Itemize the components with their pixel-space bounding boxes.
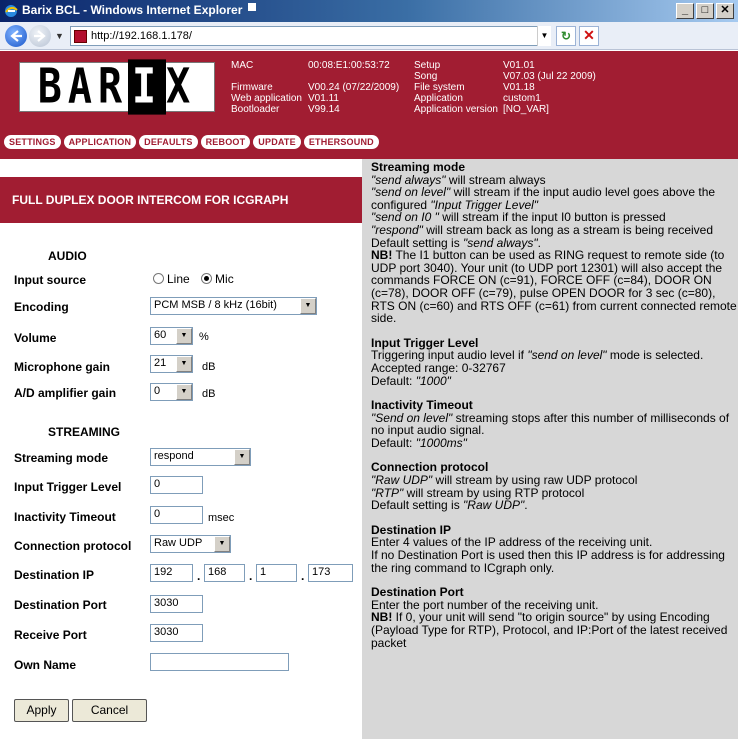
protocol-select-value: Raw UDP [154,537,203,549]
page-header: BAR I X MAC Firmware Web application Bootl… [0,51,738,159]
minimize-button[interactable]: _ [676,3,694,19]
ip-separator: . [301,569,305,583]
mic-gain-unit: dB [202,361,216,373]
menu-update[interactable]: UPDATE [253,135,301,149]
encoding-label: Encoding [14,300,69,314]
audio-section-title: AUDIO [48,249,87,263]
cancel-button[interactable]: Cancel [72,699,147,722]
window-title-bar: Barix BCL - Windows Internet Explorer _ … [0,0,738,22]
dest-ip-octet-2[interactable]: 168 [204,564,245,582]
device-info-values-1: 00:08:E1:00:53:72 V00.24 (07/22/2009) V0… [308,60,400,115]
mic-gain-select[interactable]: 21 ▼ [150,355,193,373]
mic-gain-select-value: 21 [154,357,167,369]
device-info-labels-2: Setup Song File system Application Appli… [414,60,498,115]
window-controls: _ □ ✕ [676,3,734,19]
chevron-down-icon: ▼ [176,356,192,372]
dest-ip-octet-4[interactable]: 173 [308,564,353,582]
menu-application[interactable]: APPLICATION [63,135,137,149]
menu-settings[interactable]: SETTINGS [4,135,61,149]
input-source-radio-group: Line Mic [153,272,242,286]
streaming-mode-select-value: respond [154,450,194,462]
trigger-level-label: Input Trigger Level [14,480,122,494]
inactivity-unit: msec [208,512,235,524]
form-title: FULL DUPLEX DOOR INTERCOM FOR ICGRAPH [0,177,362,223]
barix-logo: BAR I X [19,59,215,115]
window-title-badge [248,3,256,11]
ad-gain-label: A/D amplifier gain [14,386,117,400]
help-protocol-text: "Raw UDP" will stream by using raw UDP p… [371,473,638,513]
settings-form: FULL DUPLEX DOOR INTERCOM FOR ICGRAPH AU… [0,159,362,739]
main-menu: SETTINGS APPLICATION DEFAULTS REBOOT UPD… [4,135,379,149]
dest-ip-octet-1[interactable]: 192 [150,564,193,582]
streaming-mode-label: Streaming mode [14,451,109,465]
encoding-select-value: PCM MSB / 8 kHz (16bit) [154,299,277,311]
streaming-section-title: STREAMING [48,425,120,439]
mic-gain-label: Microphone gain [14,360,110,374]
help-panel: Streaming mode "send always" will stream… [362,159,738,739]
site-favicon-icon [74,30,87,43]
menu-ethersound[interactable]: ETHERSOUND [303,135,379,149]
chevron-down-icon: ▼ [214,536,230,552]
ip-separator: . [249,569,253,583]
ad-gain-select[interactable]: 0 ▼ [150,383,193,401]
inactivity-timeout-input[interactable]: 0 [150,506,203,524]
ip-separator: . [197,569,201,583]
volume-unit: % [199,331,209,343]
volume-select[interactable]: 60 ▼ [150,327,193,345]
menu-reboot[interactable]: REBOOT [200,135,251,149]
chevron-down-icon: ▼ [234,449,250,465]
input-source-line-radio[interactable] [153,273,164,284]
ad-gain-unit: dB [202,388,216,400]
menu-defaults[interactable]: DEFAULTS [139,135,198,149]
browser-toolbar: ▼ http://192.168.1.178/ ▼ ↻ ✕ [0,22,738,50]
close-button[interactable]: ✕ [716,3,734,19]
dest-port-label: Destination Port [14,598,107,612]
receive-port-label: Receive Port [14,628,87,642]
device-info-labels-1: MAC Firmware Web application Bootloader [231,60,302,115]
dest-ip-octet-3[interactable]: 1 [256,564,297,582]
input-source-label: Input source [14,273,87,287]
internet-explorer-icon [5,5,18,17]
chevron-down-icon: ▼ [300,298,316,314]
dest-port-input[interactable]: 3030 [150,595,203,613]
help-inactivity-text: "Send on level" streaming stops after th… [371,410,730,450]
chevron-down-icon: ▼ [176,384,192,400]
help-destip-text: Enter 4 values of the IP address of the … [371,535,725,575]
stop-button[interactable]: ✕ [579,26,599,46]
device-info-values-2: V01.01 V07.03 (Jul 22 2009) V01.18 custo… [503,60,596,115]
dest-ip-label: Destination IP [14,568,95,582]
history-dropdown-icon[interactable]: ▼ [55,31,64,41]
forward-arrow-icon [34,30,46,42]
ad-gain-select-value: 0 [154,385,161,397]
back-button[interactable] [5,25,27,47]
maximize-button[interactable]: □ [696,3,714,19]
refresh-button[interactable]: ↻ [556,26,576,46]
apply-button[interactable]: Apply [14,699,69,722]
help-trigger-text: Triggering input audio level if "send on… [371,348,704,388]
input-source-mic-radio[interactable] [201,273,213,284]
address-field[interactable]: http://192.168.1.178/ [70,26,550,46]
streaming-mode-select[interactable]: respond ▼ [150,448,251,466]
logo-text: BAR I X [37,59,197,115]
address-dropdown-icon[interactable]: ▼ [537,26,551,46]
protocol-label: Connection protocol [14,539,132,553]
volume-select-value: 60 [154,329,167,341]
help-destport-text: Enter the port number of the receiving u… [371,597,728,650]
input-source-mic-label: Mic [215,272,234,286]
own-name-input[interactable] [150,653,289,671]
help-streaming-text: "send always" will stream always "send o… [371,172,737,326]
back-arrow-icon [10,30,22,42]
trigger-level-input[interactable]: 0 [150,476,203,494]
protocol-select[interactable]: Raw UDP ▼ [150,535,231,553]
receive-port-input[interactable]: 3030 [150,624,203,642]
encoding-select[interactable]: PCM MSB / 8 kHz (16bit) ▼ [150,297,317,315]
address-url[interactable]: http://192.168.1.178/ [91,30,192,42]
chevron-down-icon: ▼ [176,328,192,344]
window-title: Barix BCL - Windows Internet Explorer [22,3,243,17]
inactivity-timeout-label: Inactivity Timeout [14,510,116,524]
forward-button[interactable] [29,25,51,47]
input-source-line-label: Line [167,272,190,286]
own-name-label: Own Name [14,658,77,672]
volume-label: Volume [14,331,57,345]
